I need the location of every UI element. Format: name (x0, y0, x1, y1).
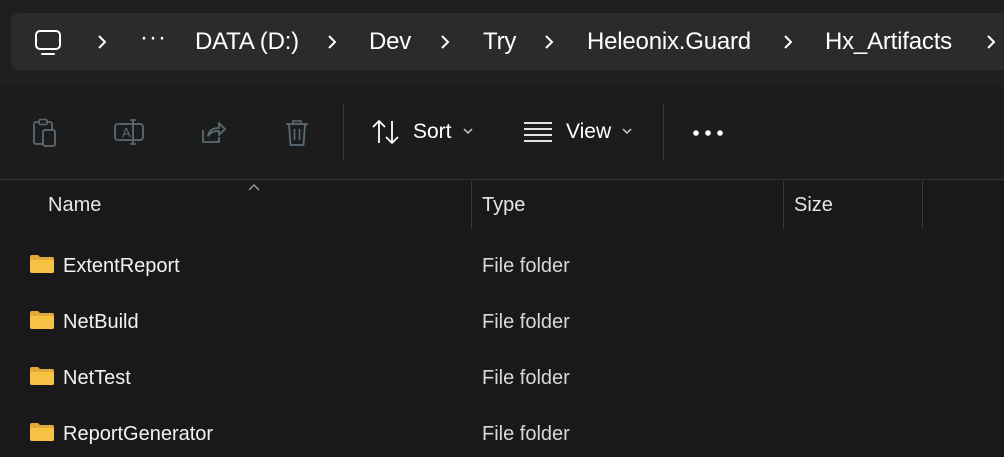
folder-icon (30, 423, 54, 441)
list-item[interactable]: NetBuild File folder (0, 294, 1004, 350)
file-type: File folder (482, 311, 570, 333)
chevron-right-icon[interactable] (781, 33, 795, 51)
folder-icon (30, 311, 54, 329)
breadcrumb[interactable]: ··· DATA (D:) Dev Try Heleonix.Guard Hx_… (11, 13, 1004, 70)
trash-icon (286, 120, 308, 146)
rename-button[interactable]: A (113, 118, 147, 146)
chevron-down-icon (622, 128, 632, 135)
chevron-down-icon (462, 128, 473, 135)
list-item[interactable]: NetTest File folder (0, 350, 1004, 406)
chevron-right-icon[interactable] (984, 33, 998, 51)
toolbar-divider (343, 103, 344, 160)
folder-icon (30, 367, 54, 385)
command-bar: A Sort View (0, 85, 1004, 180)
chevron-right-icon[interactable] (95, 33, 109, 51)
list-item[interactable]: ReportGenerator File folder (0, 406, 1004, 457)
share-button[interactable] (199, 120, 227, 146)
column-divider[interactable] (783, 181, 784, 228)
address-area: ··· DATA (D:) Dev Try Heleonix.Guard Hx_… (0, 0, 1004, 85)
file-name: ReportGenerator (63, 423, 214, 445)
share-icon (202, 122, 226, 143)
view-button[interactable]: View (523, 120, 634, 144)
breadcrumb-item-hx-artifacts[interactable]: Hx_Artifacts (825, 27, 952, 57)
more-options-icon (693, 130, 723, 136)
view-list-icon (524, 122, 552, 142)
this-pc-icon[interactable] (33, 28, 63, 63)
toolbar-divider (663, 103, 664, 160)
breadcrumb-item-heleonix-guard[interactable]: Heleonix.Guard (587, 27, 751, 57)
chevron-right-icon[interactable] (542, 33, 556, 51)
file-type: File folder (482, 423, 570, 445)
paste-button[interactable] (31, 118, 59, 148)
folder-icon (30, 255, 54, 273)
more-options-button[interactable] (692, 129, 724, 137)
list-item[interactable]: ExtentReport File folder (0, 238, 1004, 294)
file-name: NetTest (63, 367, 131, 389)
file-explorer-window: ··· DATA (D:) Dev Try Heleonix.Guard Hx_… (0, 0, 1004, 457)
more-locations-icon[interactable]: ··· (140, 23, 167, 53)
rename-icon: A (114, 119, 144, 145)
chevron-right-icon[interactable] (325, 33, 339, 51)
column-header-row: Name Type Size (0, 180, 1004, 232)
delete-button[interactable] (284, 118, 310, 148)
chevron-right-icon[interactable] (438, 33, 452, 51)
breadcrumb-item-dev[interactable]: Dev (369, 27, 411, 57)
column-divider[interactable] (471, 181, 472, 228)
sort-label: Sort (413, 120, 452, 143)
breadcrumb-item-data-drive[interactable]: DATA (D:) (195, 27, 299, 57)
sort-ascending-icon (247, 180, 261, 198)
view-label: View (566, 120, 612, 143)
file-type: File folder (482, 367, 570, 389)
sort-icon (372, 119, 399, 145)
clipboard-icon (33, 118, 56, 147)
column-header-name[interactable]: Name (48, 194, 101, 217)
svg-text:A: A (122, 125, 131, 140)
column-header-size[interactable]: Size (794, 194, 833, 217)
column-header-type[interactable]: Type (482, 194, 525, 217)
breadcrumb-item-try[interactable]: Try (483, 27, 516, 57)
sort-button[interactable]: Sort (370, 118, 475, 146)
file-name: NetBuild (63, 311, 139, 333)
file-name: ExtentReport (63, 255, 180, 277)
file-type: File folder (482, 255, 570, 277)
column-divider[interactable] (922, 181, 923, 228)
